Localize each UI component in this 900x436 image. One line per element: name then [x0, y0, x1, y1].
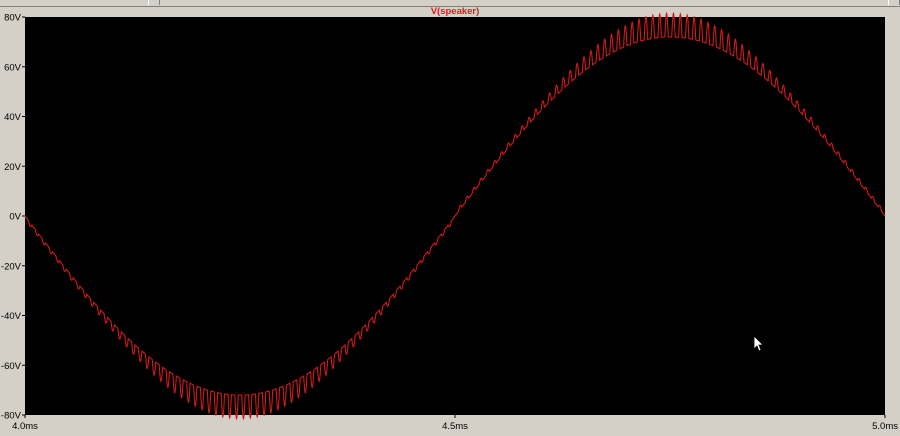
y-tick-label: 40V — [4, 112, 22, 123]
y-tick-label: 0V — [9, 212, 21, 223]
y-tick-label: -20V — [1, 261, 22, 272]
x-tick-label: 4.0ms — [12, 421, 38, 432]
waveform-plot[interactable]: 80V 60V 40V 20V 0V -20V -40V -60V -80V 4.0ms 4.5m… — [0, 0, 900, 436]
x-tick-label: 4.5ms — [442, 421, 468, 432]
x-tick-label: 5.0ms — [872, 421, 898, 432]
x-axis: 4.0ms 4.5ms 5.0ms — [12, 415, 898, 432]
y-tick-label: 60V — [4, 62, 22, 73]
y-tick-label: -60V — [1, 361, 22, 372]
y-tick-label: 80V — [4, 13, 22, 24]
trace-label[interactable]: V(speaker) — [431, 6, 480, 17]
y-tick-label: -40V — [1, 311, 22, 322]
y-tick-label: -80V — [1, 411, 22, 422]
y-axis: 80V 60V 40V 20V 0V -20V -40V -60V -80V — [1, 13, 25, 422]
plot-window: 80V 60V 40V 20V 0V -20V -40V -60V -80V 4.0ms 4.5m… — [0, 0, 900, 436]
y-tick-label: 20V — [4, 162, 22, 173]
